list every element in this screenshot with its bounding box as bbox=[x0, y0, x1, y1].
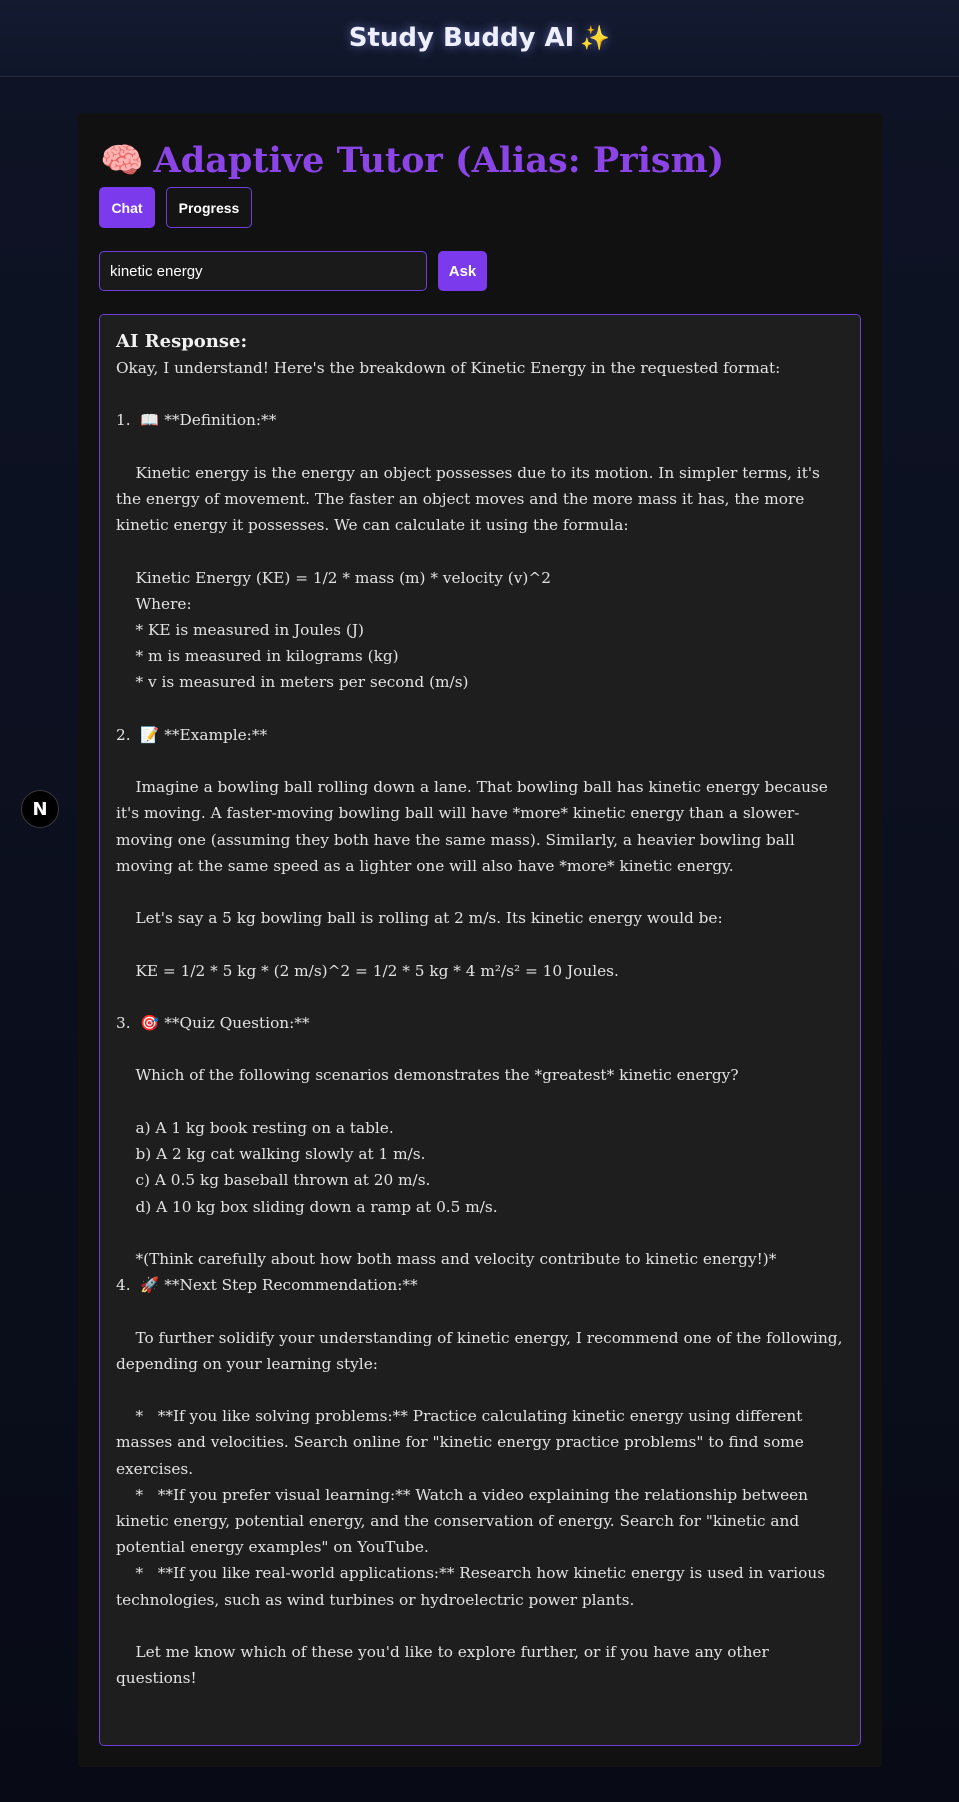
ask-button[interactable]: Ask bbox=[438, 251, 487, 291]
ai-response-box: AI Response: Okay, I understand! Here's … bbox=[99, 314, 861, 1746]
response-label: AI Response: bbox=[116, 331, 248, 352]
tab-chat[interactable]: Chat bbox=[99, 187, 155, 228]
tutor-title: 🧠 Adaptive Tutor (Alias: Prism) bbox=[100, 136, 724, 186]
app-title: Study Buddy AI ✨ bbox=[349, 23, 611, 53]
question-input[interactable] bbox=[99, 251, 427, 291]
tab-progress[interactable]: Progress bbox=[166, 187, 252, 228]
sparkle-icon: ✨ bbox=[580, 24, 611, 52]
tutor-title-text: Adaptive Tutor (Alias: Prism) bbox=[153, 140, 725, 181]
dev-tools-badge[interactable]: N bbox=[21, 790, 59, 828]
app-header: Study Buddy AI ✨ bbox=[0, 0, 959, 77]
response-text: Okay, I understand! Here's the breakdown… bbox=[116, 359, 843, 1688]
brain-icon: 🧠 bbox=[100, 140, 144, 181]
app-title-text: Study Buddy AI bbox=[348, 23, 575, 53]
